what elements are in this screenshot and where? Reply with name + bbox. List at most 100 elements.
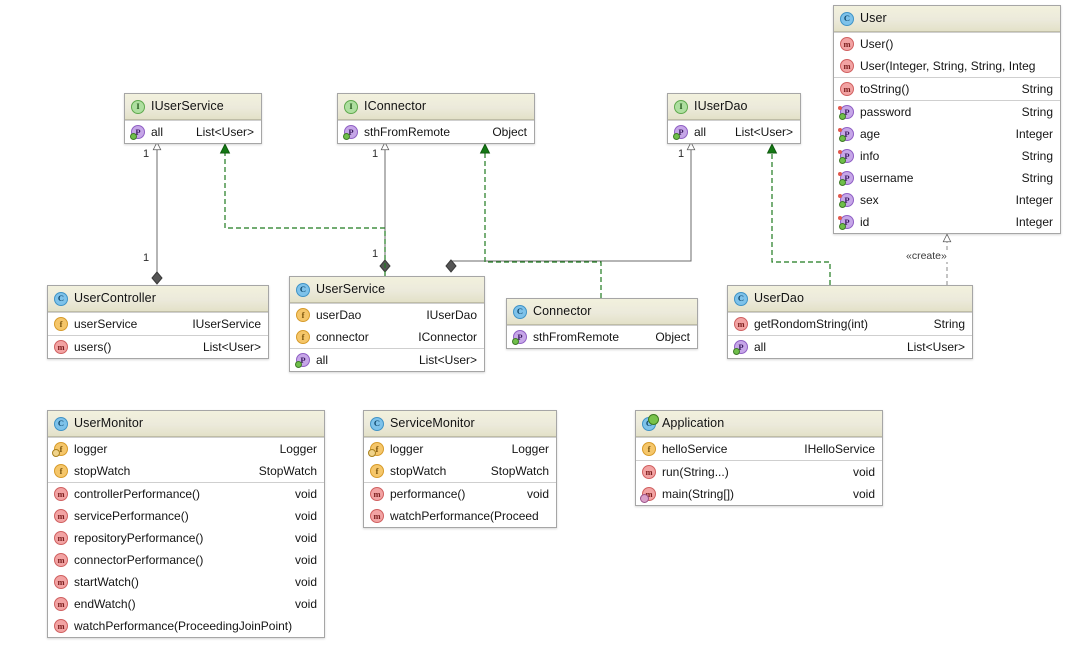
class-header: C UserService	[290, 277, 484, 303]
property-icon: P	[838, 171, 854, 186]
method-icon: m	[840, 82, 854, 96]
member-row[interactable]: m watchPerformance(ProceedingJoinPoint)	[48, 615, 324, 637]
field-static-icon: f	[368, 442, 384, 457]
member-row[interactable]: f logger Logger	[48, 438, 324, 460]
uml-diagram-canvas: IUserService : association with diamond …	[0, 0, 1092, 645]
field-static-icon: f	[52, 442, 68, 457]
field-icon: f	[642, 442, 656, 456]
member-row[interactable]: m getRondomString(int) String	[728, 313, 972, 335]
class-box-connector[interactable]: C Connector P sthFromRemote Object	[506, 298, 698, 349]
class-box-usercontroller[interactable]: C UserController f userService IUserServ…	[47, 285, 269, 359]
member-row[interactable]: P id Integer	[834, 211, 1060, 233]
member-row[interactable]: m User(Integer, String, String, Integ	[834, 55, 1060, 77]
field-icon: f	[296, 330, 310, 344]
member-row[interactable]: f stopWatch StopWatch	[48, 460, 324, 482]
member-row[interactable]: f userService IUserService	[48, 313, 268, 335]
member-section: P all List<User>	[125, 120, 261, 143]
field-icon: f	[54, 464, 68, 478]
class-icon: C	[734, 291, 748, 306]
class-icon: C	[513, 304, 527, 319]
member-row[interactable]: m performance() void	[364, 483, 556, 505]
member-section: P all List<User>	[290, 348, 484, 371]
member-row[interactable]: P age Integer	[834, 123, 1060, 145]
property-icon: P	[838, 105, 854, 120]
member-section: m toString() String	[834, 77, 1060, 100]
property-icon: P	[838, 149, 854, 164]
member-section: f helloService IHelloService	[636, 437, 882, 460]
class-box-userservice[interactable]: C UserService f userDao IUserDao f conne…	[289, 276, 485, 372]
class-box-application[interactable]: C Application f helloService IHelloServi…	[635, 410, 883, 506]
member-row[interactable]: f userDao IUserDao	[290, 304, 484, 326]
class-header: I IConnector	[338, 94, 534, 120]
member-row[interactable]: P sthFromRemote Object	[338, 121, 534, 143]
member-row[interactable]: P all List<User>	[668, 121, 800, 143]
member-section: m run(String...) void m main(String[]) v…	[636, 460, 882, 505]
member-row[interactable]: f logger Logger	[364, 438, 556, 460]
edge-realize-userservice-iuserservice	[225, 145, 386, 276]
member-row[interactable]: m main(String[]) void	[636, 483, 882, 505]
member-row[interactable]: m User()	[834, 33, 1060, 55]
member-section: m users() List<User>	[48, 335, 268, 358]
member-row[interactable]: m repositoryPerformance() void	[48, 527, 324, 549]
member-row[interactable]: m startWatch() void	[48, 571, 324, 593]
class-box-iconnector[interactable]: I IConnector P sthFromRemote Object	[337, 93, 535, 144]
member-row[interactable]: P sthFromRemote Object	[507, 326, 697, 348]
member-row[interactable]: P all List<User>	[125, 121, 261, 143]
class-box-iuserservice[interactable]: I IUserService P all List<User>	[124, 93, 262, 144]
annotated-class-icon: C	[642, 413, 659, 431]
method-icon: m	[54, 487, 68, 501]
member-row[interactable]: m toString() String	[834, 78, 1060, 100]
member-section: P all List<User>	[728, 335, 972, 358]
method-icon: m	[54, 575, 68, 589]
member-section: m controllerPerformance() void m service…	[48, 482, 324, 637]
method-icon: m	[54, 553, 68, 567]
member-row[interactable]: f stopWatch StopWatch	[364, 460, 556, 482]
create-stereotype-label: «create»	[905, 250, 948, 262]
member-row[interactable]: P username String	[834, 167, 1060, 189]
interface-icon: I	[344, 99, 358, 114]
member-row[interactable]: P info String	[834, 145, 1060, 167]
field-icon: f	[296, 308, 310, 322]
class-box-servicemonitor[interactable]: C ServiceMonitor f logger Logger f stopW…	[363, 410, 557, 528]
property-icon: P	[673, 125, 688, 140]
class-header: C UserMonitor	[48, 411, 324, 437]
method-icon: m	[642, 465, 656, 479]
interface-icon: I	[131, 99, 145, 114]
member-row[interactable]: P sex Integer	[834, 189, 1060, 211]
class-icon: C	[370, 416, 384, 431]
member-row[interactable]: P password String	[834, 101, 1060, 123]
edge-multiplicity-label: 1	[143, 148, 150, 160]
member-row[interactable]: m endWatch() void	[48, 593, 324, 615]
member-row[interactable]: m watchPerformance(Proceed	[364, 505, 556, 527]
member-row[interactable]: m controllerPerformance() void	[48, 483, 324, 505]
member-row[interactable]: f helloService IHelloService	[636, 438, 882, 460]
member-row[interactable]: m run(String...) void	[636, 461, 882, 483]
property-icon: P	[838, 127, 854, 142]
class-icon: C	[54, 416, 68, 431]
class-box-user[interactable]: C User m User() m User(Integer, String, …	[833, 5, 1061, 234]
member-row[interactable]: f connector IConnector	[290, 326, 484, 348]
edge-userservice-iuserdao	[445, 143, 691, 273]
class-icon: C	[840, 11, 854, 26]
member-row[interactable]: m servicePerformance() void	[48, 505, 324, 527]
member-row[interactable]: P all List<User>	[728, 336, 972, 358]
member-row[interactable]: m connectorPerformance() void	[48, 549, 324, 571]
member-row[interactable]: m users() List<User>	[48, 336, 268, 358]
class-header: C UserController	[48, 286, 268, 312]
member-section: m User() m User(Integer, String, String,…	[834, 32, 1060, 77]
method-icon: m	[370, 509, 384, 523]
field-icon: f	[54, 317, 68, 331]
member-row[interactable]: P all List<User>	[290, 349, 484, 371]
property-icon: P	[838, 193, 854, 208]
property-icon: P	[295, 353, 310, 368]
edge-realize-connector-iconnector	[485, 145, 602, 298]
class-header: C UserDao	[728, 286, 972, 312]
class-box-userdao[interactable]: C UserDao m getRondomString(int) String …	[727, 285, 973, 359]
class-icon: C	[296, 282, 310, 297]
method-icon: m	[54, 509, 68, 523]
class-box-usermonitor[interactable]: C UserMonitor f logger Logger f stopWatc…	[47, 410, 325, 638]
class-box-iuserdao[interactable]: I IUserDao P all List<User>	[667, 93, 801, 144]
class-icon: C	[54, 291, 68, 306]
method-main-icon: m	[640, 487, 656, 503]
property-icon: P	[512, 330, 527, 345]
